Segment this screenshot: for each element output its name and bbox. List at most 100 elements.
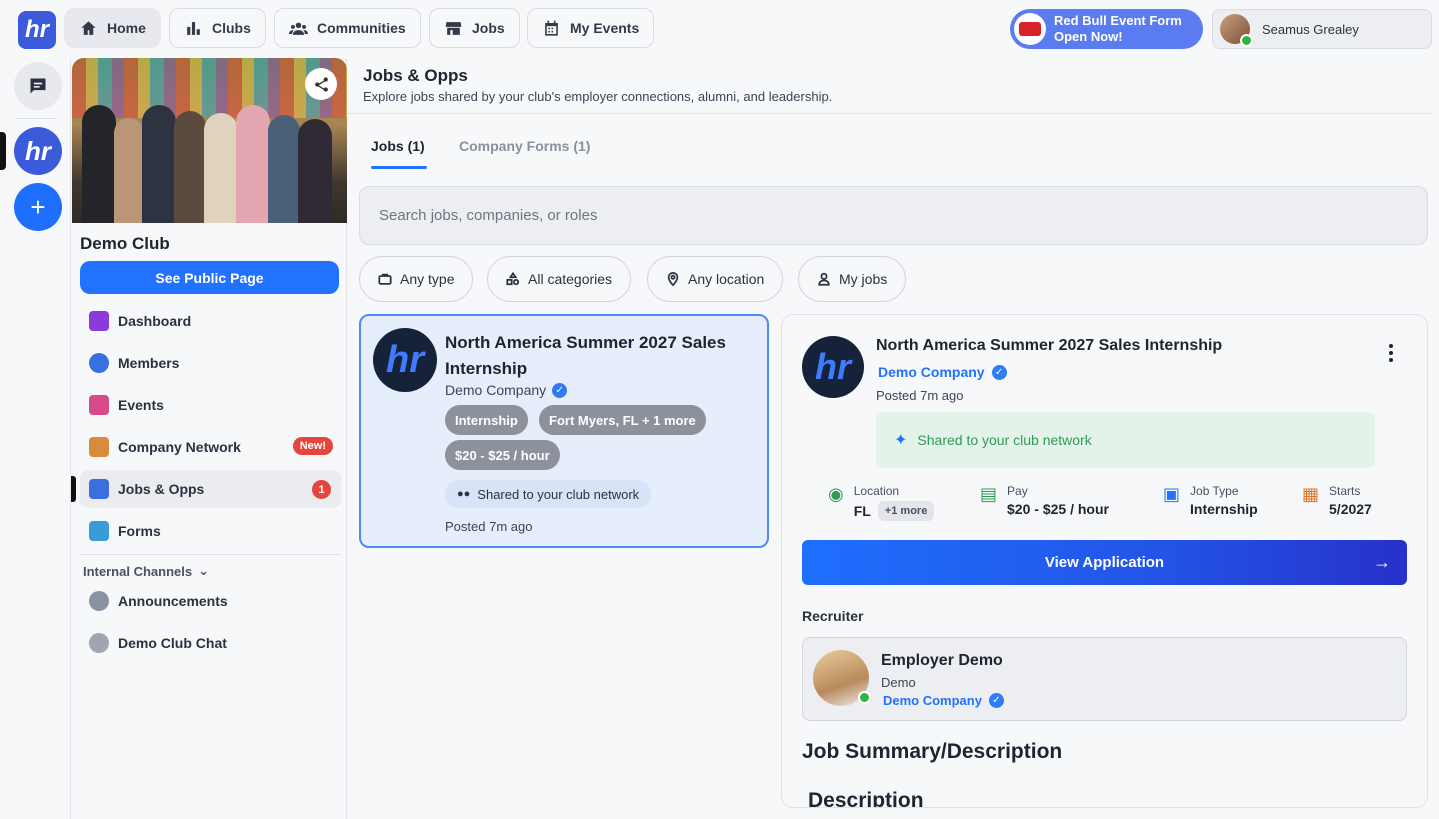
stat-value: $20 - $25 / hour (1007, 501, 1109, 517)
red-bull-logo-icon (1014, 13, 1046, 45)
app-logo[interactable]: hr (18, 11, 56, 49)
nav-clubs-label: Clubs (212, 20, 251, 36)
nav-jobs-button[interactable]: Jobs (429, 8, 520, 48)
job-title: North America Summer 2027 Sales Internsh… (445, 333, 726, 378)
job-location-chip: Fort Myers, FL + 1 more (539, 405, 706, 435)
nav-communities-label: Communities (317, 20, 406, 36)
jobs-icon (89, 479, 109, 499)
money-icon: ▤ (980, 484, 998, 504)
chevron-down-icon: ⌄ (198, 563, 209, 578)
location-stat: ◉ Location FL +1 more (828, 484, 935, 521)
sidebar-item-events[interactable]: Events (80, 386, 341, 424)
nav-my-events-button[interactable]: My Events (527, 8, 655, 48)
internal-channels-toggle[interactable]: Internal Channels ⌄ (83, 563, 209, 579)
sidebar-active-indicator (71, 476, 76, 502)
recruiter-company-link[interactable]: Demo Company ✓ (883, 693, 1004, 708)
filter-label: All categories (528, 271, 613, 287)
sidebar-item-members[interactable]: Members (80, 344, 341, 382)
online-status-dot (1240, 34, 1253, 47)
club-switch-button[interactable]: hr (14, 127, 62, 175)
detail-company-link[interactable]: Demo Company ✓ (878, 364, 1007, 380)
club-banner-image (72, 58, 347, 223)
sidebar-item-label: Dashboard (118, 313, 192, 329)
nav-clubs-button[interactable]: Clubs (169, 8, 266, 48)
filter-label: Any location (688, 271, 765, 287)
dashboard-icon (89, 311, 109, 331)
new-badge: New! (292, 437, 333, 455)
company-logo: hr (802, 336, 864, 398)
calendar-icon: ▦ (1302, 484, 1320, 504)
active-tab-underline (371, 166, 427, 169)
stat-value: Internship (1190, 501, 1258, 517)
stat-value: 5/2027 (1329, 501, 1372, 517)
more-locations-badge[interactable]: +1 more (877, 501, 935, 521)
sidebar-divider (80, 554, 341, 555)
company-name: Demo Company (445, 382, 547, 398)
job-type-stat: ▣ Job Type Internship (1163, 484, 1258, 517)
add-club-button[interactable]: + (14, 183, 62, 231)
company-name: Demo Company (883, 693, 982, 708)
detail-posted-time: Posted 7m ago (876, 388, 964, 403)
pay-stat: ▤ Pay $20 - $25 / hour (980, 484, 1109, 517)
more-options-icon[interactable] (1381, 343, 1401, 363)
job-card[interactable]: hr North America Summer 2027 Sales Inter… (359, 314, 769, 548)
recruiter-title: Demo (881, 675, 916, 690)
view-application-button[interactable]: View Application → (802, 540, 1407, 585)
online-status-dot (858, 691, 871, 704)
user-icon (818, 272, 830, 286)
filter-category-button[interactable]: All categories (487, 256, 632, 302)
shared-badge: ●● Shared to your club network (445, 480, 652, 508)
promo-subtitle: Open Now! (1054, 29, 1123, 44)
sidebar-item-forms[interactable]: Forms (80, 512, 341, 550)
home-icon (81, 20, 96, 35)
user-menu-button[interactable]: Seamus Grealey (1212, 9, 1432, 49)
verified-icon: ✓ (988, 693, 1004, 708)
club-sidebar: Demo Club See Public Page Dashboard Memb… (70, 58, 347, 819)
detail-shared-banner: ✦ Shared to your club network (876, 412, 1375, 468)
channel-demo-club-chat[interactable]: Demo Club Chat (80, 624, 341, 662)
posted-time: Posted 7m ago (445, 519, 533, 534)
shared-label: Shared to your club network (917, 432, 1092, 448)
people-icon (289, 22, 308, 35)
header-divider (347, 113, 1432, 114)
page-subtitle: Explore jobs shared by your club's emplo… (363, 89, 833, 104)
sidebar-item-label: Company Network (118, 439, 241, 455)
button-label: View Application (1044, 554, 1165, 571)
filter-type-button[interactable]: Any type (359, 256, 474, 302)
filter-location-button[interactable]: Any location (647, 256, 784, 302)
sidebar-item-jobs-opps[interactable]: Jobs & Opps 1 (80, 470, 341, 508)
sidebar-item-dashboard[interactable]: Dashboard (80, 302, 341, 340)
see-public-page-button[interactable]: See Public Page (80, 261, 339, 294)
verified-icon: ✓ (991, 364, 1007, 380)
search-input[interactable]: Search jobs, companies, or roles (359, 186, 1428, 245)
recruiter-card[interactable]: Employer Demo Demo Demo Company ✓ (802, 637, 1407, 721)
sidebar-item-company-network[interactable]: Company Network New! (80, 428, 341, 466)
tab-jobs[interactable]: Jobs (1) (371, 138, 425, 154)
club-name: Demo Club (80, 234, 170, 253)
briefcase-icon: ▣ (1163, 484, 1181, 504)
store-icon (445, 21, 462, 35)
nav-home-button[interactable]: Home (64, 8, 161, 48)
avatar (1220, 14, 1253, 47)
job-pay-chip: $20 - $25 / hour (445, 440, 560, 470)
top-nav: hr Home Clubs Communities Jobs My Events… (0, 0, 1439, 58)
description-heading: Description (808, 789, 924, 808)
stat-label: Job Type (1190, 484, 1239, 498)
messages-button[interactable] (14, 62, 62, 110)
channel-label: Demo Club Chat (118, 635, 227, 651)
stat-label: Location (853, 484, 900, 498)
stat-label: Starts (1329, 484, 1361, 498)
share-button[interactable] (305, 68, 337, 100)
summary-heading: Job Summary/Description (802, 740, 1063, 763)
filter-my-jobs-button[interactable]: My jobs (798, 256, 907, 302)
promo-banner-button[interactable]: Red Bull Event Form Open Now! (1010, 9, 1203, 49)
arrow-right-icon: → (1373, 552, 1391, 572)
tab-company-forms[interactable]: Company Forms (1) (459, 138, 590, 154)
stat-label: Pay (1007, 484, 1028, 498)
calendar-icon (545, 20, 558, 36)
members-icon (89, 353, 109, 373)
share-icon (314, 76, 328, 92)
nav-communities-button[interactable]: Communities (274, 8, 421, 48)
channel-announcements[interactable]: Announcements (80, 582, 341, 620)
filter-label: Any type (400, 271, 455, 287)
